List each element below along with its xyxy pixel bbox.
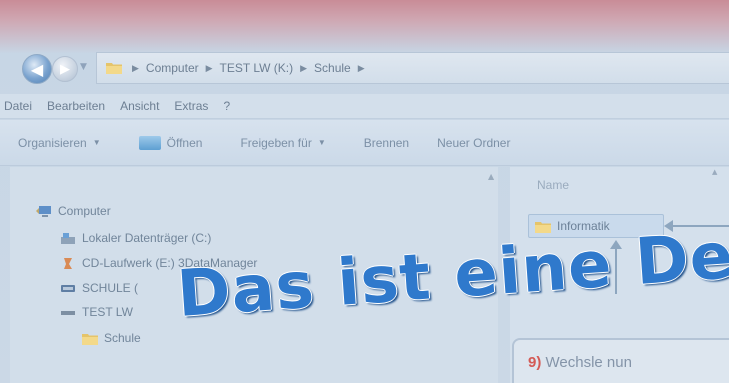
tree-item-computer[interactable]: Computer	[36, 204, 111, 218]
callout-number: 9)	[528, 354, 542, 371]
open-icon	[138, 135, 161, 150]
new-folder-label: Neuer Ordner	[437, 135, 511, 150]
address-row: ◀ ▶ ▼ ▶ Computer ▶ TEST LW (K:) ▶ Schule…	[0, 46, 729, 92]
breadcrumb-separator-icon: ▶	[205, 62, 213, 73]
breadcrumb-separator-icon: ▶	[300, 62, 308, 73]
new-folder-button[interactable]: Neuer Ordner	[437, 136, 510, 150]
tree-item-test-drive[interactable]: TEST LW	[60, 305, 133, 319]
removable-drive-icon	[61, 310, 75, 315]
scroll-up-arrow-icon[interactable]: ▲	[488, 172, 494, 181]
menu-bar: Datei Bearbeiten Ansicht Extras ?	[0, 94, 729, 119]
tree-item-local-disk[interactable]: Lokaler Datenträger (C:)	[60, 231, 211, 245]
burn-button[interactable]: Brennen	[364, 136, 409, 150]
usb-drive-icon	[61, 284, 75, 292]
tree-label: SCHULE (	[82, 281, 139, 295]
open-label: Öffnen	[166, 135, 203, 150]
callout-text: Wechsle nun	[545, 354, 632, 371]
share-button[interactable]: Freigeben für ▼	[240, 136, 325, 150]
chevron-down-icon: ▼	[92, 138, 101, 147]
address-bar[interactable]: ▶ Computer ▶ TEST LW (K:) ▶ Schule ▶	[96, 52, 729, 84]
chevron-down-icon: ▼	[317, 138, 326, 147]
folder-icon	[82, 333, 98, 345]
tree-label: Schule	[104, 331, 141, 345]
breadcrumb-test-lw[interactable]: TEST LW (K:)	[220, 61, 294, 75]
tree-item-schule-drive[interactable]: SCHULE (	[60, 281, 138, 295]
breadcrumb-separator-icon: ▶	[132, 62, 139, 73]
recent-pages-dropdown-icon[interactable]: ▼	[80, 62, 92, 74]
back-button[interactable]: ◀	[22, 54, 52, 84]
instruction-callout: 9) Wechsle nun	[512, 338, 729, 383]
column-header-name[interactable]: Name	[537, 178, 569, 192]
breadcrumb-schule[interactable]: Schule	[314, 61, 351, 75]
cd-drive-icon	[64, 257, 72, 269]
share-label: Freigeben für	[240, 135, 312, 150]
menu-datei[interactable]: Datei	[4, 99, 32, 113]
organize-label: Organisieren	[18, 135, 87, 150]
folder-icon	[535, 221, 551, 233]
command-toolbar: Organisieren ▼ Öffnen Freigeben für ▼ Br…	[0, 120, 729, 166]
hard-drive-icon	[61, 232, 75, 244]
tree-label: Lokaler Datenträger (C:)	[82, 231, 212, 245]
menu-extras[interactable]: Extras	[174, 99, 208, 113]
tree-label: Computer	[58, 204, 111, 218]
forward-arrow-icon: ▶	[60, 61, 70, 77]
tree-item-schule-folder[interactable]: Schule	[82, 331, 141, 345]
forward-button[interactable]: ▶	[52, 56, 78, 82]
sort-arrow-icon: ▲	[712, 168, 718, 176]
tree-label: TEST LW	[82, 305, 133, 319]
breadcrumb-separator-icon: ▶	[357, 62, 365, 73]
menu-bearbeiten[interactable]: Bearbeiten	[47, 99, 105, 113]
open-button[interactable]: Öffnen	[138, 135, 203, 150]
organize-button[interactable]: Organisieren ▼	[18, 136, 101, 150]
menu-ansicht[interactable]: Ansicht	[120, 99, 159, 113]
folder-icon	[106, 63, 122, 74]
menu-help[interactable]: ?	[223, 99, 230, 113]
back-arrow-icon: ◀	[30, 59, 44, 79]
burn-label: Brennen	[363, 135, 410, 150]
breadcrumb-computer[interactable]: Computer	[146, 61, 199, 75]
computer-icon	[36, 205, 51, 217]
